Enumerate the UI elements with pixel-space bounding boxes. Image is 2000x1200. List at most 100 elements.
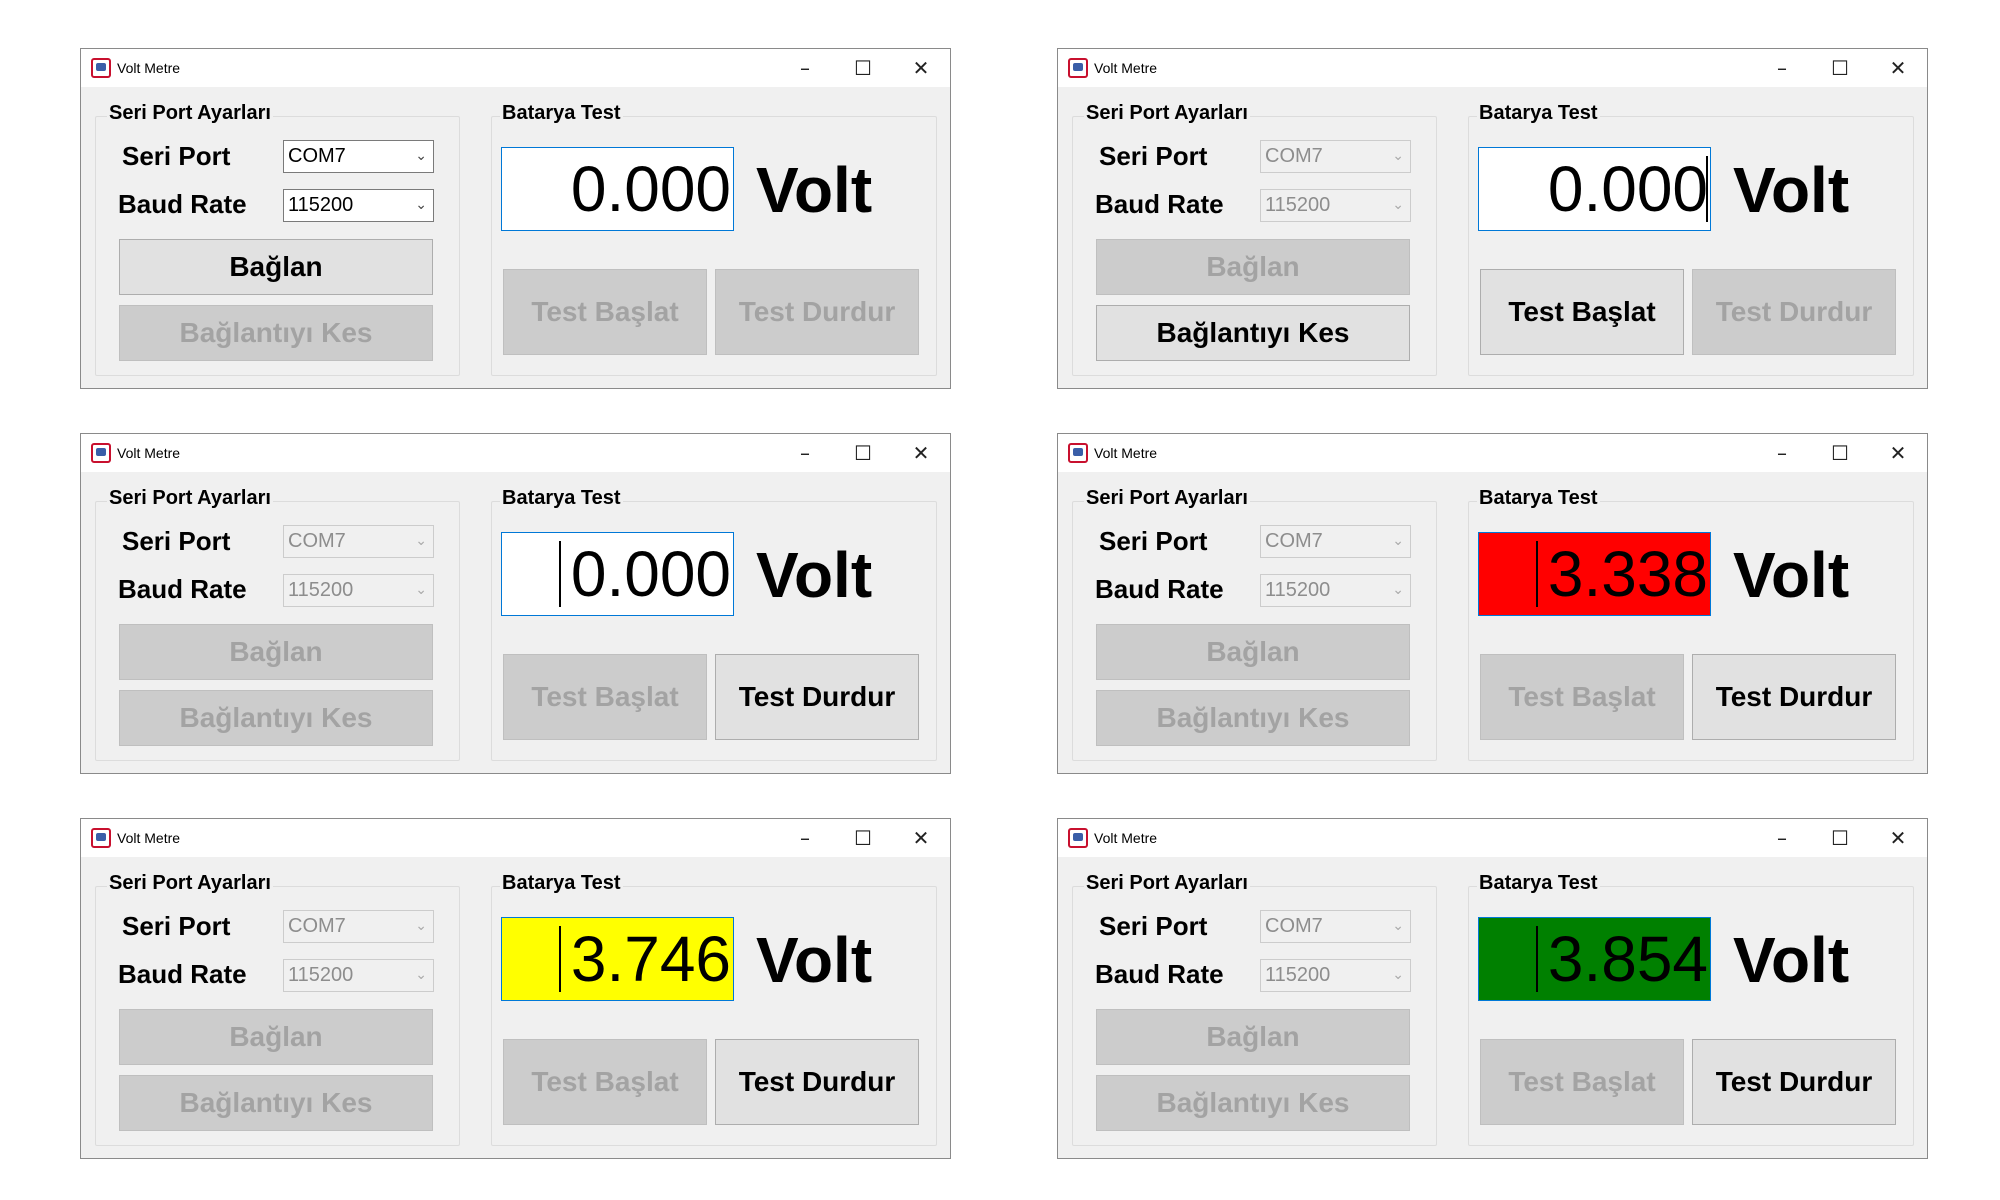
serial-port-select[interactable]: COM7 ⌄ (1260, 140, 1411, 173)
connect-button[interactable]: Bağlan (1096, 239, 1410, 295)
serial-port-group-title: Seri Port Ayarları (107, 102, 273, 125)
stop-test-button[interactable]: Test Durdur (715, 269, 919, 355)
volt-metre-window: Volt Metre – ☐ ✕ Seri Port Ayarları Seri… (1057, 433, 1928, 774)
text-caret (1706, 156, 1708, 222)
baud-rate-value: 115200 (1265, 579, 1331, 601)
voltage-display[interactable]: 0.000 (501, 532, 734, 616)
minimize-icon[interactable]: – (776, 434, 834, 472)
chevron-down-icon: ⌄ (415, 967, 427, 983)
baud-rate-value: 115200 (288, 964, 354, 986)
close-icon[interactable]: ✕ (892, 434, 950, 472)
baud-rate-value: 115200 (1265, 194, 1331, 216)
window-title: Volt Metre (117, 445, 181, 461)
serial-port-label: Seri Port (1099, 911, 1208, 941)
title-bar[interactable]: Volt Metre – ☐ ✕ (1058, 434, 1927, 472)
title-bar[interactable]: Volt Metre – ☐ ✕ (81, 49, 950, 87)
stop-test-button[interactable]: Test Durdur (715, 654, 919, 740)
disconnect-button[interactable]: Bağlantıyı Kes (1096, 305, 1410, 361)
minimize-icon[interactable]: – (1753, 819, 1811, 857)
window-controls: – ☐ ✕ (1753, 819, 1927, 857)
connect-button[interactable]: Bağlan (1096, 624, 1410, 680)
app-icon (1068, 58, 1088, 78)
serial-port-select[interactable]: COM7 ⌄ (1260, 910, 1411, 943)
start-test-button[interactable]: Test Başlat (1480, 269, 1684, 355)
battery-test-group-title: Batarya Test (500, 102, 623, 125)
maximize-icon[interactable]: ☐ (1811, 49, 1869, 87)
minimize-icon[interactable]: – (776, 49, 834, 87)
title-bar[interactable]: Volt Metre – ☐ ✕ (81, 819, 950, 857)
minimize-icon[interactable]: – (776, 819, 834, 857)
start-test-button[interactable]: Test Başlat (1480, 1039, 1684, 1125)
close-icon[interactable]: ✕ (892, 819, 950, 857)
minimize-icon[interactable]: – (1753, 49, 1811, 87)
baud-rate-select[interactable]: 115200 ⌄ (1260, 959, 1411, 992)
baud-rate-label: Baud Rate (118, 959, 247, 989)
serial-port-select[interactable]: COM7 ⌄ (283, 910, 434, 943)
voltage-display[interactable]: 3.854 (1478, 917, 1711, 1001)
title-bar[interactable]: Volt Metre – ☐ ✕ (81, 434, 950, 472)
maximize-icon[interactable]: ☐ (834, 819, 892, 857)
maximize-icon[interactable]: ☐ (1811, 819, 1869, 857)
maximize-icon[interactable]: ☐ (834, 434, 892, 472)
text-caret (1536, 926, 1538, 992)
voltage-display[interactable]: 0.000 (1478, 147, 1711, 231)
baud-rate-select[interactable]: 115200 ⌄ (283, 959, 434, 992)
stop-test-button[interactable]: Test Durdur (715, 1039, 919, 1125)
connect-button[interactable]: Bağlan (1096, 1009, 1410, 1065)
title-bar[interactable]: Volt Metre – ☐ ✕ (1058, 819, 1927, 857)
baud-rate-select[interactable]: 115200 ⌄ (1260, 574, 1411, 607)
minimize-icon[interactable]: – (1753, 434, 1811, 472)
maximize-icon[interactable]: ☐ (834, 49, 892, 87)
chevron-down-icon: ⌄ (415, 918, 427, 934)
voltage-unit: Volt (1733, 539, 1850, 611)
connect-button[interactable]: Bağlan (119, 624, 433, 680)
stop-test-button[interactable]: Test Durdur (1692, 269, 1896, 355)
window-title: Volt Metre (1094, 60, 1158, 76)
disconnect-button[interactable]: Bağlantıyı Kes (119, 690, 433, 746)
chevron-down-icon: ⌄ (1392, 967, 1404, 983)
start-test-button[interactable]: Test Başlat (503, 1039, 707, 1125)
baud-rate-select[interactable]: 115200 ⌄ (283, 189, 434, 222)
stop-test-button[interactable]: Test Durdur (1692, 1039, 1896, 1125)
voltage-unit: Volt (1733, 924, 1850, 996)
connect-button[interactable]: Bağlan (119, 239, 433, 295)
text-caret (559, 541, 561, 607)
text-caret (1536, 541, 1538, 607)
screenshot-grid: Volt Metre – ☐ ✕ Seri Port Ayarları Seri… (0, 0, 2000, 1200)
serial-port-select[interactable]: COM7 ⌄ (1260, 525, 1411, 558)
app-icon (91, 443, 111, 463)
volt-metre-window: Volt Metre – ☐ ✕ Seri Port Ayarları Seri… (80, 48, 951, 389)
baud-rate-select[interactable]: 115200 ⌄ (1260, 189, 1411, 222)
voltage-value: 0.000 (570, 153, 731, 225)
window-title: Volt Metre (1094, 445, 1158, 461)
chevron-down-icon: ⌄ (1392, 582, 1404, 598)
voltage-display[interactable]: 3.338 (1478, 532, 1711, 616)
disconnect-button[interactable]: Bağlantıyı Kes (1096, 690, 1410, 746)
voltage-value: 3.854 (1547, 923, 1708, 995)
disconnect-button[interactable]: Bağlantıyı Kes (119, 305, 433, 361)
disconnect-button[interactable]: Bağlantıyı Kes (1096, 1075, 1410, 1131)
start-test-button[interactable]: Test Başlat (503, 654, 707, 740)
app-icon (1068, 828, 1088, 848)
window-controls: – ☐ ✕ (776, 819, 950, 857)
close-icon[interactable]: ✕ (1869, 434, 1927, 472)
voltage-display[interactable]: 3.746 (501, 917, 734, 1001)
maximize-icon[interactable]: ☐ (1811, 434, 1869, 472)
start-test-button[interactable]: Test Başlat (503, 269, 707, 355)
battery-test-group-title: Batarya Test (1477, 487, 1600, 510)
serial-port-select[interactable]: COM7 ⌄ (283, 525, 434, 558)
start-test-button[interactable]: Test Başlat (1480, 654, 1684, 740)
window-title: Volt Metre (1094, 830, 1158, 846)
serial-port-select[interactable]: COM7 ⌄ (283, 140, 434, 173)
close-icon[interactable]: ✕ (1869, 819, 1927, 857)
title-bar[interactable]: Volt Metre – ☐ ✕ (1058, 49, 1927, 87)
connect-button[interactable]: Bağlan (119, 1009, 433, 1065)
close-icon[interactable]: ✕ (892, 49, 950, 87)
disconnect-button[interactable]: Bağlantıyı Kes (119, 1075, 433, 1131)
baud-rate-select[interactable]: 115200 ⌄ (283, 574, 434, 607)
stop-test-button[interactable]: Test Durdur (1692, 654, 1896, 740)
chevron-down-icon: ⌄ (1392, 918, 1404, 934)
close-icon[interactable]: ✕ (1869, 49, 1927, 87)
voltage-display[interactable]: 0.000 (501, 147, 734, 231)
text-caret (559, 926, 561, 992)
